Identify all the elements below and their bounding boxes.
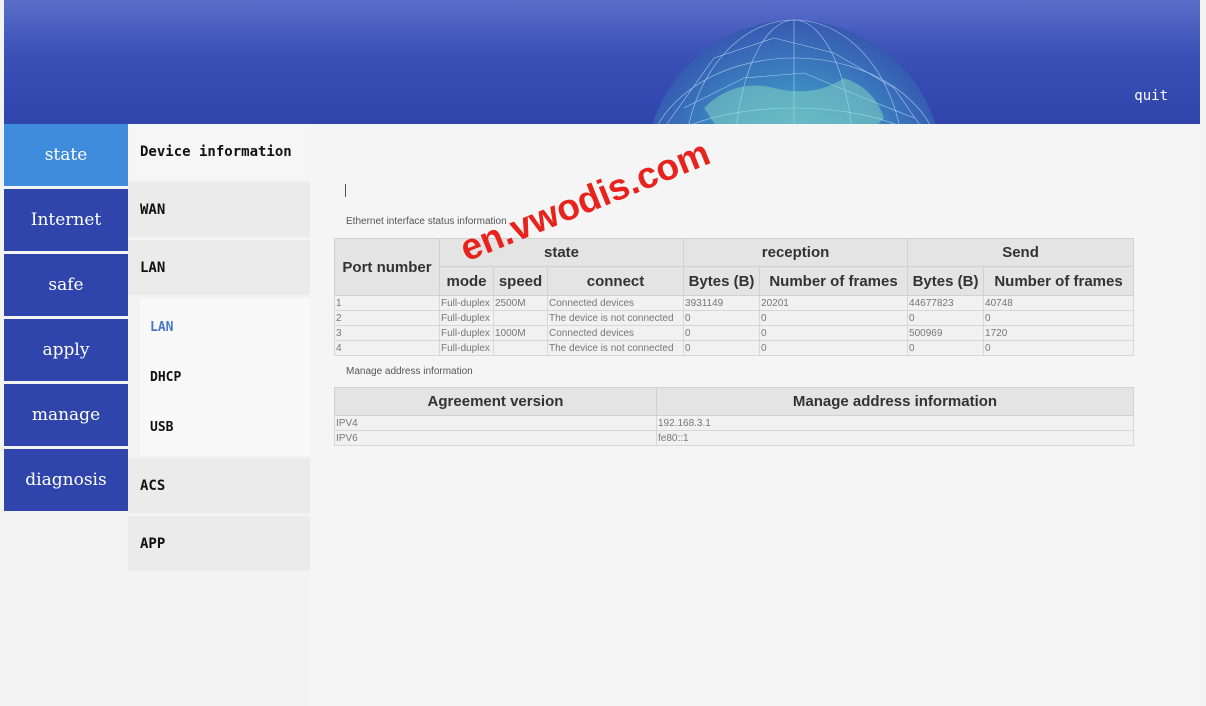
- cell-rx-frames: 20201: [759, 295, 909, 311]
- cell-mode: Full-duplex: [439, 325, 494, 341]
- table-row: 4 Full-duplex The device is not connecte…: [334, 340, 1135, 356]
- table-row: IPV6 fe80::1: [334, 430, 1134, 446]
- header-send: Send: [907, 238, 1135, 267]
- cell-speed: 2500M: [493, 295, 548, 311]
- cell-version: IPV4: [334, 415, 657, 431]
- cell-port: 2: [334, 310, 440, 326]
- cell-connect: Connected devices: [546, 295, 685, 311]
- ethernet-status-table: Port number state reception Send mode sp…: [334, 238, 1135, 356]
- cell-tx-bytes: 44677823: [907, 295, 985, 311]
- cell-tx-frames: 0: [983, 340, 1135, 356]
- sub-menu: Device information WAN LAN LAN DHCP USB …: [128, 124, 310, 574]
- main-menu-item-apply[interactable]: apply: [4, 319, 128, 381]
- cell-version: IPV6: [334, 430, 657, 446]
- cell-tx-frames: 40748: [983, 295, 1135, 311]
- cell-rx-bytes: 3931149: [683, 295, 761, 311]
- cell-rx-frames: 0: [759, 325, 909, 341]
- header-state: state: [438, 238, 685, 267]
- lan-submenu: LAN DHCP USB: [140, 298, 310, 456]
- header-manage-address: Manage address information: [656, 387, 1134, 416]
- header-send-frames: Number of frames: [983, 266, 1135, 296]
- cell-mode: Full-duplex: [439, 310, 494, 326]
- main-menu-item-diagnosis[interactable]: diagnosis: [4, 449, 128, 511]
- main-menu-item-internet[interactable]: Internet: [4, 189, 128, 251]
- sub-menu-item-wan[interactable]: WAN: [128, 182, 310, 237]
- sub-menu-item-lan-usb[interactable]: USB: [140, 402, 310, 452]
- header-mode: mode: [439, 266, 494, 296]
- cell-rx-bytes: 0: [683, 325, 761, 341]
- table-row: 1 Full-duplex 2500M Connected devices 39…: [334, 295, 1135, 311]
- quit-link[interactable]: quit: [1134, 88, 1168, 104]
- main-menu-item-manage[interactable]: manage: [4, 384, 128, 446]
- table-row: IPV4 192.168.3.1: [334, 415, 1134, 431]
- cell-tx-bytes: 500969: [907, 325, 985, 341]
- table-row: 2 Full-duplex The device is not connecte…: [334, 310, 1135, 326]
- cell-connect: The device is not connected: [546, 310, 685, 326]
- header-port-number: Port number: [334, 238, 440, 296]
- cell-port: 3: [334, 325, 440, 341]
- header-agreement-version: Agreement version: [334, 387, 657, 416]
- globe-image: [652, 19, 936, 124]
- sub-menu-item-app[interactable]: APP: [128, 516, 310, 571]
- cell-connect: Connected devices: [546, 325, 685, 341]
- table-row: 3 Full-duplex 1000M Connected devices 0 …: [334, 325, 1135, 341]
- header-reception: reception: [683, 238, 909, 267]
- sub-menu-item-device-information[interactable]: Device information: [128, 124, 310, 179]
- cell-port: 4: [334, 340, 440, 356]
- cell-address: 192.168.3.1: [656, 415, 1134, 431]
- cell-rx-frames: 0: [759, 340, 909, 356]
- cell-connect: The device is not connected: [546, 340, 685, 356]
- cell-speed: 1000M: [493, 325, 548, 341]
- main-menu: state Internet safe apply manage diagnos…: [4, 124, 128, 514]
- cell-speed: [493, 310, 548, 326]
- content-panel: Ethernet interface status information Po…: [310, 124, 1200, 706]
- sub-menu-item-acs[interactable]: ACS: [128, 458, 310, 513]
- cell-tx-bytes: 0: [907, 310, 985, 326]
- header-banner: quit: [4, 0, 1200, 124]
- cell-rx-bytes: 0: [683, 310, 761, 326]
- cell-tx-frames: 1720: [983, 325, 1135, 341]
- header-speed: speed: [493, 266, 548, 296]
- header-reception-frames: Number of frames: [759, 266, 909, 296]
- text-cursor: [345, 184, 346, 197]
- cell-tx-bytes: 0: [907, 340, 985, 356]
- cell-rx-bytes: 0: [683, 340, 761, 356]
- header-reception-bytes: Bytes (B): [683, 266, 761, 296]
- cell-rx-frames: 0: [759, 310, 909, 326]
- main-menu-item-safe[interactable]: safe: [4, 254, 128, 316]
- manage-address-table: Agreement version Manage address informa…: [334, 387, 1134, 446]
- header-connect: connect: [546, 266, 685, 296]
- header-send-bytes: Bytes (B): [907, 266, 985, 296]
- sub-menu-item-lan-lan[interactable]: LAN: [140, 302, 310, 352]
- cell-mode: Full-duplex: [439, 340, 494, 356]
- cell-speed: [493, 340, 548, 356]
- sub-menu-item-lan[interactable]: LAN: [128, 240, 310, 295]
- ethernet-section-title: Ethernet interface status information: [346, 216, 507, 227]
- cell-tx-frames: 0: [983, 310, 1135, 326]
- manage-address-section-title: Manage address information: [346, 366, 473, 377]
- cell-mode: Full-duplex: [439, 295, 494, 311]
- sub-menu-item-lan-dhcp[interactable]: DHCP: [140, 352, 310, 402]
- main-menu-item-state[interactable]: state: [4, 124, 128, 186]
- cell-port: 1: [334, 295, 440, 311]
- cell-address: fe80::1: [656, 430, 1134, 446]
